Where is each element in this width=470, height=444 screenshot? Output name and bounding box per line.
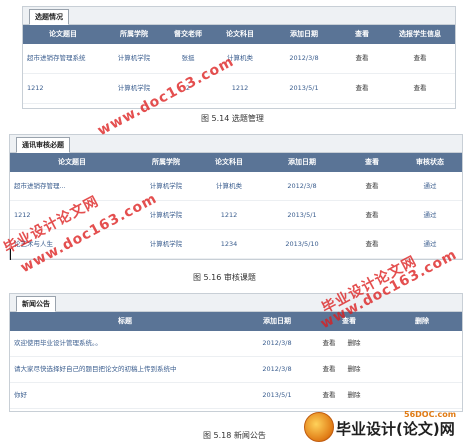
student-info-link[interactable]: 查看 [385, 44, 455, 73]
col-teacher: 督交老师 [174, 30, 202, 38]
status-text: 通过 [423, 211, 437, 219]
news-title[interactable]: 欢迎使用毕业设计管理系统。。 [10, 331, 240, 356]
row-subject: 1212 [220, 211, 238, 219]
row-date: 2013/5/1 [289, 84, 319, 92]
tab-bar: 通讯审核必题 [10, 135, 462, 153]
view-link[interactable]: 查看 [344, 230, 400, 258]
row-college: 计算机学院 [149, 240, 183, 248]
col-title: 标题 [118, 317, 132, 325]
tab-topic-status[interactable]: 选题情况 [29, 9, 69, 25]
row-subject: 1234 [220, 240, 238, 248]
row-title[interactable]: 超市进销存管理... [10, 172, 134, 200]
tab-review[interactable]: 通讯审核必题 [16, 137, 70, 153]
col-title: 论文题目 [58, 158, 86, 166]
table-row: 超市进销存管理系统 计算机学院 张挺 计算机类 2012/3/8 查看 查看 [23, 44, 455, 74]
topic-panel: 选题情况 论文题目 所属学院 督交老师 论文科目 添加日期 查看 选报学生信息 … [22, 6, 456, 109]
news-date: 2012/3/8 [262, 339, 292, 347]
news-title[interactable]: 你好 [10, 383, 240, 408]
figure-caption: 图 5.16 审核课题 [193, 273, 256, 282]
row-title[interactable]: 超市进销存管理系统 [23, 44, 103, 73]
table-header: 论文题目 所属学院 论文科目 添加日期 查看 审核状态 [10, 153, 462, 172]
col-college: 所属学院 [120, 30, 148, 38]
row-title[interactable]: 1212 [23, 74, 103, 103]
site-logo: 56DOC.com 毕业设计(论文)网 [300, 410, 470, 444]
row-subject: 1212 [231, 84, 249, 92]
row-subject: 计算机类 [216, 182, 242, 190]
tab-bar: 新闻公告 [10, 294, 462, 312]
figure-caption: 图 5.14 选题管理 [201, 114, 264, 123]
table-header: 论文题目 所属学院 督交老师 论文科目 添加日期 查看 选报学生信息 [23, 25, 455, 44]
delete-link[interactable]: 删除 [344, 331, 364, 356]
view-link[interactable]: 查看 [314, 357, 344, 382]
view-link[interactable]: 查看 [314, 331, 344, 356]
view-link[interactable]: 查看 [344, 201, 400, 229]
tab-bar: 选题情况 [23, 7, 455, 25]
delete-link[interactable]: 删除 [344, 357, 364, 382]
view-link[interactable]: 查看 [339, 44, 385, 73]
tab-news[interactable]: 新闻公告 [16, 296, 56, 312]
col-subject: 论文科目 [226, 30, 254, 38]
col-view: 查看 [365, 158, 379, 166]
col-delete: 删除 [415, 317, 429, 325]
row-college: 计算机学院 [117, 54, 151, 62]
view-link[interactable]: 查看 [339, 74, 385, 103]
emblem-icon [304, 412, 334, 442]
row-date: 2013/5/10 [285, 240, 319, 248]
col-subject: 论文科目 [215, 158, 243, 166]
table-header: 标题 添加日期 查看 删除 [10, 312, 462, 331]
col-view: 查看 [355, 30, 369, 38]
table-row: 你好 2013/5/1 查看 删除 [10, 383, 462, 409]
table-row: 欢迎使用毕业设计管理系统。。 2012/3/8 查看 删除 [10, 331, 462, 357]
status-text: 通过 [423, 182, 437, 190]
col-status: 审核状态 [416, 158, 444, 166]
news-date: 2012/3/8 [262, 365, 292, 373]
student-info-link[interactable]: 查看 [385, 74, 455, 103]
col-date: 添加日期 [290, 30, 318, 38]
row-date: 2012/3/8 [287, 182, 317, 190]
col-student-info: 选报学生信息 [399, 30, 441, 38]
logo-brand: 毕业设计(论文)网 [336, 420, 455, 438]
row-date: 2013/5/1 [287, 211, 317, 219]
col-date: 添加日期 [263, 317, 291, 325]
row-date: 2012/3/8 [289, 54, 319, 62]
news-title[interactable]: 请大家尽快选择好自己的题目把论文的初稿上传到系统中 [10, 357, 240, 382]
table-row: 超市进销存管理... 计算机学院 计算机类 2012/3/8 查看 通过 [10, 172, 462, 201]
col-title: 论文题目 [49, 30, 77, 38]
view-link[interactable]: 查看 [344, 172, 400, 200]
col-college: 所属学院 [152, 158, 180, 166]
delete-link[interactable]: 删除 [344, 383, 364, 408]
table-row: 1212 计算机学院 2 1212 2013/5/1 查看 查看 [23, 74, 455, 104]
figure-caption: 图 5.18 新闻公告 [203, 431, 266, 440]
news-panel: 新闻公告 标题 添加日期 查看 删除 欢迎使用毕业设计管理系统。。 2012/3… [9, 293, 463, 412]
view-link[interactable]: 查看 [314, 383, 344, 408]
table-row: 请大家尽快选择好自己的题目把论文的初稿上传到系统中 2012/3/8 查看 删除 [10, 357, 462, 383]
news-date: 2013/5/1 [262, 391, 292, 399]
col-date: 添加日期 [288, 158, 316, 166]
